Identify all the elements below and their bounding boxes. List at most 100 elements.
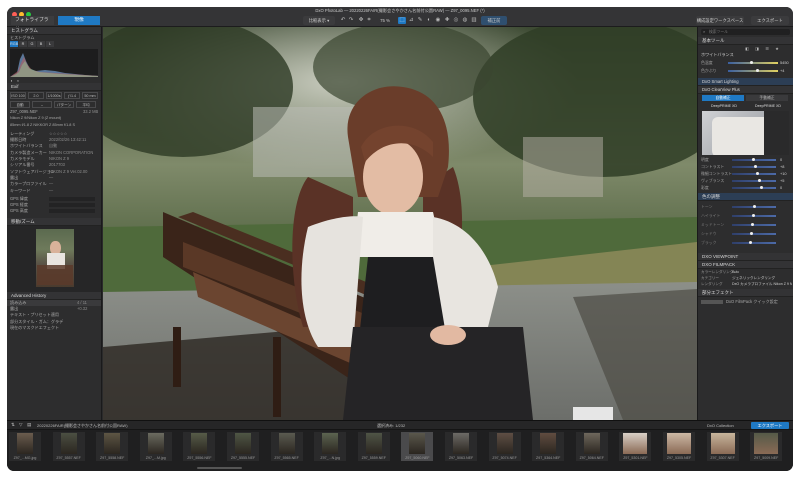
adjust-value[interactable]: +10	[780, 171, 787, 176]
smart-lighting-header[interactable]: DxO Smart Lighting	[698, 78, 793, 87]
export-button[interactable]: エクスポート	[751, 422, 789, 429]
filmpack-header[interactable]: DXO FILMPACK	[698, 261, 793, 270]
repair-icon[interactable]: ✚	[443, 17, 451, 24]
workspace-button[interactable]: 構成設定ワークスペース	[696, 16, 744, 25]
thumbnail[interactable]: Z97_5558.NEF	[96, 432, 129, 461]
color-knob[interactable]	[751, 223, 754, 227]
palette-icon-3[interactable]: ☰	[763, 46, 771, 51]
color-slider[interactable]	[732, 224, 776, 226]
photo-viewer[interactable]	[103, 27, 697, 420]
folder-path[interactable]: 20220226FAIR(撮影会さやかさん名前付公園RAW)	[37, 423, 128, 429]
hist-mode-rgb[interactable]: RGB	[10, 41, 18, 47]
thumbnail[interactable]: Z97_5063.NEF	[445, 432, 477, 461]
thumbnail[interactable]: Z97_5555.NEF	[227, 432, 259, 461]
hist-mode-g[interactable]: G	[28, 41, 36, 47]
filter-icon[interactable]: ▽	[19, 422, 22, 428]
adjust-value[interactable]: 0	[780, 185, 782, 190]
filmpack-value[interactable]: Auto	[732, 270, 739, 274]
adjust-knob[interactable]	[756, 172, 759, 176]
clearview-header[interactable]: DxO ClearView Plus	[698, 86, 793, 95]
preset-row[interactable]: DxO FilmPack クイック設定	[726, 299, 778, 304]
adjust-value[interactable]: +8	[780, 164, 784, 169]
preset-header[interactable]: 部分エフェクト	[698, 289, 793, 298]
thumbnail[interactable]: Z97_...M.jpg	[139, 432, 172, 461]
filmstrip-scrollbar[interactable]	[197, 467, 242, 469]
adjust-knob[interactable]	[760, 186, 763, 190]
redo-icon[interactable]: ↷	[347, 17, 355, 24]
thumbnail[interactable]: Z97_5009.NEF	[750, 432, 783, 461]
zoom-level[interactable]: 75 %	[375, 16, 395, 25]
loupe-preview[interactable]	[702, 111, 789, 156]
thumbnail[interactable]: Z97_...MG.jpg	[9, 432, 41, 461]
adjust-slider[interactable]	[732, 180, 776, 182]
tool-search-input[interactable]: 検索ツール	[701, 29, 790, 35]
history-row[interactable]: 現在のマスクドエフェクト	[7, 325, 101, 331]
denoise-tab[interactable]: DeepPRIME XD	[704, 104, 744, 109]
adjust-slider[interactable]	[732, 173, 776, 175]
thumbnail[interactable]: Z97_5064.NEF	[575, 432, 608, 461]
history-header[interactable]: Advanced History	[7, 291, 101, 300]
wb-slider[interactable]	[728, 62, 778, 64]
before-button[interactable]: 補正前	[481, 16, 507, 25]
move-icon[interactable]: ✥	[357, 17, 365, 24]
wb-value[interactable]: 5450	[780, 60, 789, 65]
thumbnail[interactable]: Z97_5307.NEF	[706, 432, 739, 461]
hist-mode-l[interactable]: L	[46, 41, 54, 47]
tab-develop[interactable]: 現像	[58, 16, 100, 25]
straighten-icon[interactable]: ⊿	[407, 17, 415, 24]
dxo-collection[interactable]: DxO Collection	[707, 423, 734, 428]
crop-icon[interactable]: ⌗	[365, 17, 373, 24]
thumbnail[interactable]: Z97_5559.NEF	[357, 432, 390, 461]
histogram-header[interactable]: ヒストグラム	[7, 27, 101, 35]
palette-icon-4[interactable]: ★	[773, 46, 781, 51]
navigator-header[interactable]: 移動/ズーム	[7, 217, 101, 226]
redeye-icon[interactable]: ◉	[434, 17, 442, 24]
manual-tab[interactable]: 手動補正	[746, 95, 788, 102]
undo-icon[interactable]: ↶	[339, 17, 347, 24]
wb-knob[interactable]	[750, 61, 753, 65]
auto-tab[interactable]: 自動補正	[702, 95, 744, 102]
gps-field[interactable]	[49, 203, 95, 208]
adjust-knob[interactable]	[754, 165, 757, 169]
viewpoint-header[interactable]: DXO VIEWPOINT	[698, 253, 793, 262]
wb-value[interactable]: +4	[780, 68, 784, 73]
brush-icon[interactable]: ✎	[416, 17, 424, 24]
color-slider[interactable]	[732, 242, 776, 244]
tab-photolibrary[interactable]: フォトライブラリ	[11, 16, 54, 32]
thumbnail[interactable]: Z97_...N.jpg	[314, 432, 347, 461]
color-knob[interactable]	[749, 241, 752, 245]
basic-tools-header[interactable]: 基本ツール	[698, 37, 793, 45]
color-knob[interactable]	[752, 214, 755, 218]
filmpack-value[interactable]: DxO カメラプロファイル Nikon Z 9 NM	[732, 282, 792, 287]
adjust-value[interactable]: +5	[780, 178, 784, 183]
mask-icon[interactable]: ◐	[425, 17, 433, 24]
select-tool-icon[interactable]: ⬚	[398, 17, 406, 24]
thumbnail[interactable]: Z97_5301.NEF	[619, 432, 652, 461]
export-top-button[interactable]: エクスポート	[751, 16, 789, 25]
thumbnail[interactable]: Z97_5305.NEF	[663, 432, 695, 461]
folder-icon[interactable]: ▤	[27, 422, 31, 428]
palette-icon-2[interactable]: ◨	[753, 46, 761, 51]
adjust-slider[interactable]	[732, 187, 776, 189]
color-knob[interactable]	[753, 205, 756, 209]
wb-slider[interactable]	[728, 70, 778, 72]
thumbnail[interactable]: Z97_5364.NEF	[532, 432, 565, 461]
hist-mode-b[interactable]: B	[37, 41, 45, 47]
adjust-value[interactable]: 0	[780, 157, 782, 162]
local-adjust-icon[interactable]: ◎	[452, 17, 460, 24]
thumbnail[interactable]: Z97_5556.NEF	[183, 432, 216, 461]
palette-icon-1[interactable]: ◧	[743, 46, 751, 51]
denoise-tab[interactable]: DeepPRIME XD	[748, 104, 788, 109]
filmpack-value[interactable]: ジェネリックレンダリング	[732, 276, 775, 281]
compare-split-icon[interactable]: ▥	[470, 17, 478, 24]
thumbnail[interactable]: Z97_5557.NEF	[52, 432, 85, 461]
thumbnail[interactable]: Z97_5074.NEF	[488, 432, 521, 461]
color-slider[interactable]	[732, 233, 776, 235]
color-header[interactable]: 色の調整	[698, 193, 793, 202]
gps-field[interactable]	[49, 209, 95, 214]
wb-knob[interactable]	[756, 69, 759, 73]
sort-icon[interactable]: ⇅	[11, 422, 15, 428]
thumbnail[interactable]: Z97_5565.NEF	[270, 432, 303, 461]
adjust-knob[interactable]	[752, 158, 755, 162]
adjust-knob[interactable]	[758, 179, 761, 183]
